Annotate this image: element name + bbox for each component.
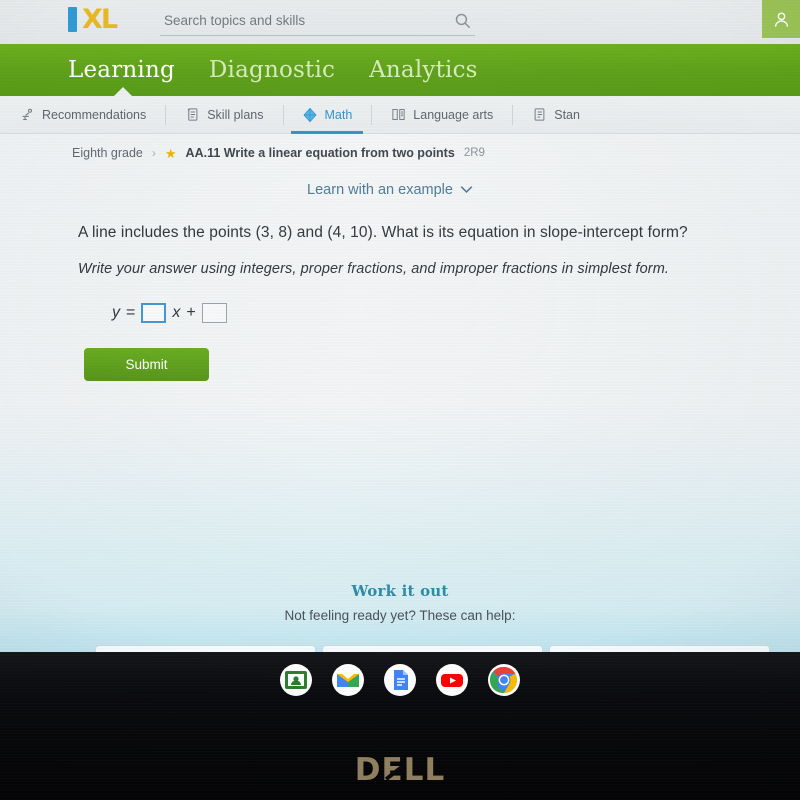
google-classroom-icon[interactable] <box>280 664 312 696</box>
primary-nav: Learning Diagnostic Analytics <box>0 44 800 97</box>
gmail-icon[interactable] <box>332 664 364 696</box>
chrome-icon[interactable] <box>488 664 520 696</box>
chevron-down-icon <box>460 183 473 197</box>
learn-with-example-label: Learn with an example <box>307 182 453 198</box>
laptop-screen: XL Learning Diagnost <box>0 0 800 652</box>
breadcrumb-grade[interactable]: Eighth grade <box>72 146 143 160</box>
learn-with-example-link[interactable]: Learn with an example <box>307 182 473 198</box>
search-bar[interactable] <box>160 6 475 36</box>
tab-label: Stan <box>554 107 580 122</box>
nav-item-learning[interactable]: Learning <box>68 57 175 83</box>
question-prompt: A line includes the points (3, 8) and (4… <box>78 224 688 241</box>
nav-item-diagnostic[interactable]: Diagnostic <box>209 57 335 83</box>
submit-row: Submit <box>0 323 800 381</box>
tab-standards[interactable]: Stan <box>512 96 599 134</box>
help-card[interactable] <box>322 645 543 652</box>
help-card[interactable] <box>549 645 770 652</box>
help-cards-peek <box>95 645 770 652</box>
slope-input[interactable] <box>141 303 167 323</box>
photo-of-laptop-screen: XL Learning Diagnost <box>0 0 800 800</box>
search-input[interactable] <box>160 13 449 28</box>
ixl-top-bar: XL <box>0 0 800 44</box>
laptop-bezel: DELL <box>0 652 800 800</box>
search-icon[interactable] <box>449 8 475 34</box>
equation-plus-sign: + <box>186 304 196 321</box>
tab-language-arts[interactable]: Language arts <box>371 96 512 134</box>
tab-label: Math <box>324 107 353 122</box>
dell-letters-ll: LL <box>403 752 446 788</box>
user-avatar-button[interactable] <box>762 0 800 38</box>
help-card[interactable] <box>95 645 316 652</box>
dell-letter-e: E <box>381 752 404 788</box>
equation-equals-sign: = <box>126 304 136 321</box>
dell-brand-logo: DELL <box>0 752 800 788</box>
tab-math[interactable]: Math <box>282 96 372 134</box>
youtube-icon[interactable] <box>436 664 468 696</box>
work-it-out-title: Work it out <box>351 582 449 600</box>
recommendations-icon <box>19 107 35 123</box>
tab-label: Language arts <box>413 107 494 122</box>
question-instruction: Write your answer using integers, proper… <box>78 261 670 277</box>
breadcrumb: Eighth grade › ★ AA.11 Write a linear eq… <box>0 134 800 160</box>
ixl-logo[interactable]: XL <box>68 3 118 35</box>
work-it-out-section: Work it out Not feeling ready yet? These… <box>0 582 800 623</box>
clipboard-icon <box>531 107 547 123</box>
question-block: A line includes the points (3, 8) and (4… <box>0 198 800 277</box>
dell-letter-d: D <box>354 752 382 788</box>
tab-skill-plans[interactable]: Skill plans <box>165 96 282 134</box>
learn-with-example-row: Learn with an example <box>0 160 800 198</box>
breadcrumb-skill-code: 2R9 <box>463 147 485 159</box>
tab-recommendations[interactable]: Recommendations <box>0 96 165 134</box>
skill-plans-icon <box>184 107 200 123</box>
active-tab-underline <box>290 130 364 134</box>
tab-label: Recommendations <box>42 107 147 122</box>
book-icon <box>390 107 406 123</box>
favorite-star-icon[interactable]: ★ <box>165 147 177 160</box>
tab-label: Skill plans <box>207 107 264 122</box>
breadcrumb-skill-title: AA.11 Write a linear equation from two p… <box>185 146 455 160</box>
intercept-input[interactable] <box>201 303 227 323</box>
logo-xl-text: XL <box>82 3 118 35</box>
answer-equation-row: y = x + <box>0 277 800 323</box>
chromeos-shelf <box>0 652 800 708</box>
user-avatar-icon <box>774 11 788 27</box>
math-prism-icon <box>302 107 318 123</box>
work-it-out-subtitle: Not feeling ready yet? These can help: <box>284 608 516 623</box>
google-docs-icon[interactable] <box>384 664 416 696</box>
equation-x-label: x <box>172 304 181 321</box>
nav-item-analytics[interactable]: Analytics <box>369 57 478 83</box>
submit-button[interactable]: Submit <box>84 348 209 381</box>
logo-i-bar <box>68 6 77 32</box>
breadcrumb-separator-icon: › <box>151 146 156 160</box>
equation-y-label: y <box>112 304 120 321</box>
secondary-nav: Recommendations Skill plans Math Languag… <box>0 96 800 134</box>
